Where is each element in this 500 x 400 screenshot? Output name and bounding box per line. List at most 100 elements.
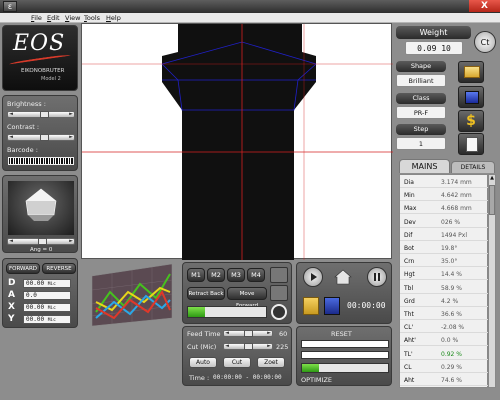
scroll-up-arrow-icon[interactable]: ▲ <box>489 175 495 183</box>
measurement-key: Max <box>404 205 417 213</box>
shape-value[interactable]: Brilliant <box>396 74 446 87</box>
slider-left-arrow-icon[interactable]: ◄ <box>224 331 230 336</box>
step-value[interactable]: 1 <box>396 137 446 150</box>
measurement-value: 4.668 mm <box>441 205 472 213</box>
slider-right-arrow-icon[interactable]: ► <box>266 331 272 336</box>
app-icon[interactable]: ε <box>3 1 17 12</box>
memory-indicator <box>270 267 288 283</box>
contrast-label: Contrast : <box>7 123 40 131</box>
save-icon[interactable] <box>324 297 340 315</box>
measurement-value: 3.174 mm <box>441 179 472 186</box>
brightness-slider[interactable]: ◄ ► <box>7 111 75 118</box>
carat-unit-button[interactable]: Ct <box>474 31 496 53</box>
contrast-slider[interactable]: ◄ ► <box>7 134 75 141</box>
measurement-key: Min <box>404 192 415 200</box>
slider-thumb[interactable] <box>40 111 49 118</box>
menu-view[interactable]: View <box>65 14 80 22</box>
measurement-key: CL' <box>404 324 414 332</box>
cut-slider[interactable]: ◄ ► <box>223 343 273 350</box>
class-label: Class <box>396 93 446 104</box>
reverse-button[interactable]: REVERSE <box>42 263 76 274</box>
brightness-label: Brightness : <box>7 100 46 108</box>
m4-button[interactable]: M4 <box>247 268 265 282</box>
move-forward-button[interactable]: Move Forward <box>227 287 267 309</box>
slider-right-arrow-icon[interactable]: ► <box>68 239 74 244</box>
x-value-field[interactable]: 00.00 Mic <box>23 303 71 312</box>
slider-thumb[interactable] <box>38 238 47 245</box>
open-folder-icon[interactable] <box>458 61 484 83</box>
analytics-graphic <box>84 262 180 330</box>
menu-edit[interactable]: Edit <box>47 14 60 22</box>
logo-subtitle: EIKONOBRUTER <box>21 68 65 74</box>
reset-label[interactable]: RESET <box>331 330 352 338</box>
tab-details[interactable]: DETAILS <box>451 161 495 173</box>
m3-button[interactable]: M3 <box>227 268 245 282</box>
m2-button[interactable]: M2 <box>207 268 225 282</box>
measurement-row: CL 0.29 % <box>400 362 489 373</box>
menu-help[interactable]: Help <box>106 14 121 22</box>
progress-fill <box>188 307 206 317</box>
pause-icon[interactable] <box>367 267 387 287</box>
measurement-row: Max 4.668 mm <box>400 203 489 215</box>
logo-panel: EOS EIKONOBRUTER Model 2 <box>2 25 78 91</box>
measurement-row: Aht 74.6 % <box>400 375 489 386</box>
shape-label: Shape <box>396 61 446 72</box>
cut-button[interactable]: Cut <box>223 357 251 368</box>
measurement-row: Tbl 58.9 % <box>400 283 489 294</box>
slider-left-arrow-icon[interactable]: ◄ <box>8 135 14 140</box>
cut-value: 225 <box>276 343 289 351</box>
dollar-icon[interactable]: $ <box>458 110 484 132</box>
feed-panel: Feed Time ◄ ► 60 Cut (Mic) ◄ ► 225 Auto … <box>182 326 292 386</box>
save-icon[interactable] <box>458 86 484 108</box>
slider-thumb[interactable] <box>244 330 253 337</box>
documents-icon[interactable] <box>458 133 484 155</box>
forward-button[interactable]: FORWARD <box>6 263 40 274</box>
measurement-row: Dev 026 % <box>400 217 489 228</box>
optimize-label[interactable]: OPTIMIZE <box>301 376 332 384</box>
slider-left-arrow-icon[interactable]: ◄ <box>224 344 230 349</box>
d-value-field[interactable]: 00.00 Mic <box>23 279 71 288</box>
slider-left-arrow-icon[interactable]: ◄ <box>8 239 14 244</box>
y-value-field[interactable]: 00.00 Mic <box>23 315 71 324</box>
slider-right-arrow-icon[interactable]: ► <box>68 135 74 140</box>
a-value-field[interactable]: 0.0 <box>23 291 71 300</box>
weight-value: 0.09 10 <box>405 41 463 55</box>
menu-tools[interactable]: Tools <box>84 14 100 22</box>
slider-left-arrow-icon[interactable]: ◄ <box>8 112 14 117</box>
measurement-value: 74.6 % <box>441 377 462 384</box>
feed-time-slider[interactable]: ◄ ► <box>223 330 273 337</box>
measurement-value: 58.9 % <box>441 284 462 292</box>
zoet-button[interactable]: Zoet <box>257 357 285 368</box>
close-button[interactable]: X <box>469 0 500 12</box>
measurement-value: 14.4 % <box>441 271 462 279</box>
open-folder-icon[interactable] <box>303 297 319 315</box>
class-value[interactable]: PR-F <box>396 106 446 119</box>
slider-thumb[interactable] <box>244 343 253 350</box>
measurement-value: 35.0° <box>441 258 458 266</box>
slider-thumb[interactable] <box>40 134 49 141</box>
reset-bar-2 <box>301 351 389 359</box>
tab-mains[interactable]: MAINS <box>399 159 450 173</box>
m1-button[interactable]: M1 <box>187 268 205 282</box>
slider-right-arrow-icon[interactable]: ► <box>68 112 74 117</box>
refresh-icon[interactable] <box>271 304 287 320</box>
angle-slider[interactable]: ◄ ► <box>7 238 75 245</box>
measurement-row: Dia 3.174 mm <box>400 177 489 188</box>
measurement-row: CL' -2.08 % <box>400 322 489 334</box>
retract-back-button[interactable]: Retract Back <box>187 287 225 300</box>
progress-track <box>187 306 267 318</box>
barcode-image <box>8 157 74 165</box>
slider-right-arrow-icon[interactable]: ► <box>266 344 272 349</box>
camera-view[interactable] <box>81 23 393 260</box>
auto-button[interactable]: Auto <box>189 357 217 368</box>
optimize-fill <box>302 364 320 372</box>
measurement-value: 0.29 % <box>441 363 462 371</box>
scrollbar-thumb[interactable] <box>489 185 495 215</box>
home-icon[interactable] <box>334 268 352 286</box>
menu-file[interactable]: File <box>31 14 42 22</box>
play-icon[interactable] <box>303 267 323 287</box>
vertical-scrollbar[interactable]: ▲ <box>488 174 496 388</box>
cut-label: Cut (Mic) <box>187 343 217 351</box>
logo-model: Model 2 <box>41 76 61 82</box>
measurement-value: 4.2 % <box>441 297 459 305</box>
